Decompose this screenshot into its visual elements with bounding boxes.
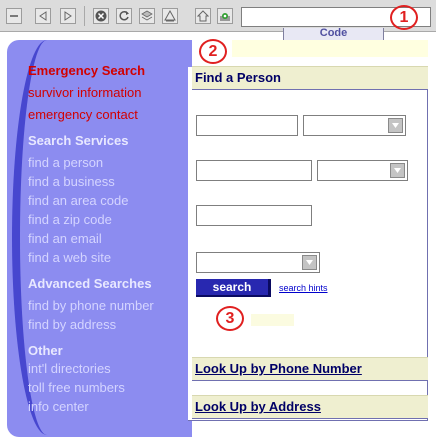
highlight-box	[251, 314, 294, 326]
bookmarks-icon	[141, 10, 153, 21]
print-button[interactable]	[162, 8, 178, 24]
top-strip	[232, 40, 428, 57]
look-up-by-address-header[interactable]: Look Up by Address	[192, 395, 428, 419]
search-hints-link[interactable]: search hints	[279, 283, 328, 293]
sidebar-item-find-by-phone-number[interactable]: find by phone number	[28, 298, 154, 313]
sidebar-item-toll-free-numbers[interactable]: toll free numbers	[28, 380, 125, 395]
sidebar-item-intl-directories[interactable]: int'l directories	[28, 361, 111, 376]
other-heading: Other	[28, 343, 63, 358]
city-input[interactable]	[196, 205, 312, 226]
sidebar-item-find-a-zip-code[interactable]: find a zip code	[28, 212, 112, 227]
annotation-marker-3: 3	[216, 306, 244, 331]
home-icon	[197, 10, 209, 22]
print-icon	[164, 10, 176, 22]
back-arrow-icon	[39, 11, 47, 21]
search-services-heading: Search Services	[28, 133, 129, 148]
security-icon	[220, 13, 230, 21]
look-up-by-address-link[interactable]: Look Up by Address	[195, 399, 321, 414]
last-name-option-select[interactable]	[317, 160, 408, 181]
bookmarks-button[interactable]	[139, 8, 155, 24]
sidebar-item-info-center[interactable]: info center	[28, 399, 89, 414]
state-select[interactable]	[196, 252, 320, 273]
first-name-input[interactable]	[196, 115, 298, 136]
stop-button[interactable]	[93, 8, 109, 24]
home-button[interactable]	[195, 8, 211, 24]
sidebar-item-emergency-contact[interactable]: emergency contact	[28, 107, 138, 122]
find-a-person-title: Find a Person	[195, 70, 281, 85]
chevron-down-icon	[390, 163, 405, 178]
annotation-marker-2: 2	[199, 39, 227, 64]
stop-icon	[95, 10, 107, 22]
sidebar-item-find-an-email[interactable]: find an email	[28, 231, 102, 246]
security-button[interactable]	[217, 8, 233, 24]
advanced-searches-heading: Advanced Searches	[28, 276, 152, 291]
forward-button[interactable]	[60, 8, 76, 24]
toolbar-separator	[84, 6, 85, 26]
sidebar-item-find-a-business[interactable]: find a business	[28, 174, 115, 189]
chevron-down-icon	[302, 255, 317, 270]
look-up-by-phone-link[interactable]: Look Up by Phone Number	[195, 361, 362, 376]
minimize-icon	[10, 15, 18, 17]
search-button[interactable]: search	[196, 279, 271, 297]
minimize-button[interactable]	[6, 8, 22, 24]
sidebar-item-find-a-web-site[interactable]: find a web site	[28, 250, 111, 265]
reload-icon	[119, 11, 129, 21]
find-a-person-header: Find a Person	[192, 66, 428, 90]
sidebar-item-find-by-address[interactable]: find by address	[28, 317, 116, 332]
reload-button[interactable]	[116, 8, 132, 24]
sidebar-item-find-an-area-code[interactable]: find an area code	[28, 193, 128, 208]
forward-arrow-icon	[64, 11, 72, 21]
annotation-marker-1: 1	[390, 5, 418, 30]
name-option-select[interactable]	[303, 115, 406, 136]
sidebar-item-survivor-information[interactable]: survivor information	[28, 85, 141, 100]
emergency-search-title[interactable]: Emergency Search	[28, 63, 145, 78]
back-button[interactable]	[35, 8, 51, 24]
look-up-by-phone-header[interactable]: Look Up by Phone Number	[192, 357, 428, 381]
last-name-input[interactable]	[196, 160, 312, 181]
chevron-down-icon	[388, 118, 403, 133]
sidebar-item-find-a-person[interactable]: find a person	[28, 155, 103, 170]
